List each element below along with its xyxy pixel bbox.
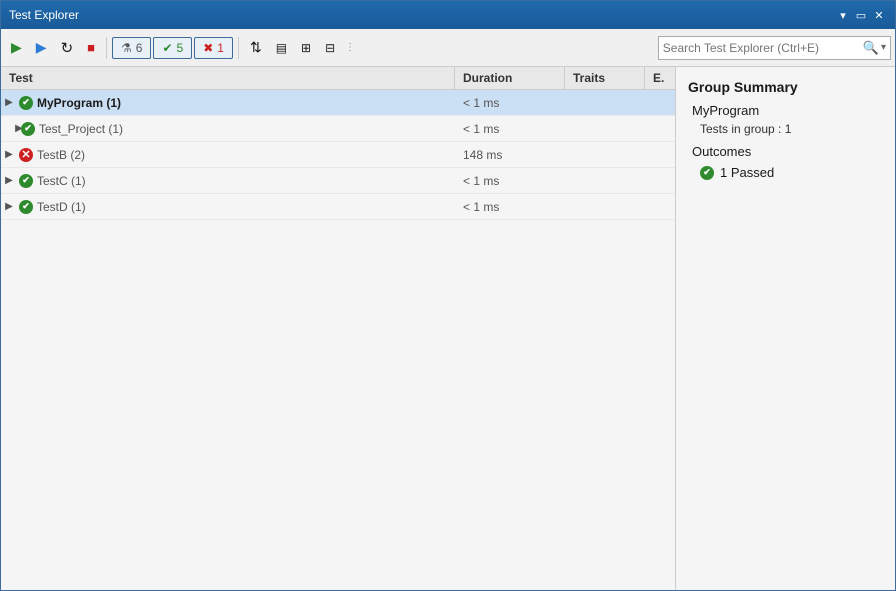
summary-outcomes-title: Outcomes [688,144,883,159]
filter-pass-count: 5 [177,41,184,55]
search-input[interactable] [663,41,863,55]
expand-toggle[interactable]: ▶ [1,142,17,168]
col-header-test: Test [1,67,455,89]
col-header-traits: Traits [565,67,645,89]
test-duration: 148 ms [455,148,565,162]
table-row[interactable]: ▶ ✔ TestC (1) < 1 ms [1,168,675,194]
test-duration: < 1 ms [455,174,565,188]
table-row[interactable]: ▶ ✔ TestD (1) < 1 ms [1,194,675,220]
sort-icon: ⇅ [250,39,262,56]
search-icon: 🔍 [863,40,879,56]
status-icon-pass: ✔ [17,90,35,116]
minimize-button[interactable]: ▾ [835,8,851,22]
pass-circle: ✔ [19,96,33,110]
fail-circle: ✕ [19,148,33,162]
search-dropdown-icon[interactable]: ▾ [881,42,886,53]
pass-circle: ✔ [21,122,35,136]
play-debug-icon: ▶ [36,39,47,56]
pass-icon: ✔ [162,41,172,55]
test-name: TestC (1) [35,174,455,188]
overflow-dots: ⋮ [345,42,355,53]
run-all-button[interactable]: ▶ [5,35,28,60]
test-name: MyProgram (1) [35,96,455,110]
expand-toggle[interactable]: ▶ [1,194,17,220]
expand-icon: ⊞ [301,41,311,55]
flask-icon: ⚗ [121,41,132,55]
filter-all-button[interactable]: ⚗ 6 [112,37,151,59]
window-title: Test Explorer [9,8,79,22]
col-header-e: E. [645,67,675,89]
window-controls[interactable]: ▾ ▭ ✕ [835,8,887,22]
play-icon: ▶ [11,39,22,56]
status-icon-fail: ✕ [17,142,35,168]
replay-button[interactable]: ↻ [55,35,80,61]
status-icon-pass: ✔ [19,116,37,142]
collapse-all-button[interactable]: ⊟ [319,37,341,59]
search-box[interactable]: 🔍 ▾ [658,36,891,60]
toolbar: ▶ ▶ ↻ ■ ⚗ 6 ✔ 5 ✖ 1 ⇅ ▤ [1,29,895,67]
main-content: Test Duration Traits E. ▶ ✔ MyProgram (1… [1,67,895,590]
summary-group-name: MyProgram [688,103,883,118]
expand-all-button[interactable]: ⊞ [295,37,317,59]
tests-in-group-value: 1 [785,122,792,136]
separator-1 [106,37,107,59]
summary-tests-in-group: Tests in group : 1 [688,122,883,136]
filter-fail-count: 1 [217,41,224,55]
expand-toggle[interactable]: ▶ [1,116,19,142]
filter-all-count: 6 [136,41,143,55]
test-duration: < 1 ms [455,122,565,136]
test-name: Test_Project (1) [37,122,455,136]
test-rows: ▶ ✔ MyProgram (1) < 1 ms ▶ ✔ Test_Projec… [1,90,675,590]
summary-outcome-item: ✔ 1 Passed [688,165,883,180]
summary-pane: Group Summary MyProgram Tests in group :… [675,67,895,590]
filter-pass-button[interactable]: ✔ 5 [153,37,192,59]
separator-2 [238,37,239,59]
test-list-pane: Test Duration Traits E. ▶ ✔ MyProgram (1… [1,67,675,590]
group-icon: ▤ [276,41,287,55]
col-header-duration: Duration [455,67,565,89]
fail-icon: ✖ [203,41,213,55]
status-icon-pass: ✔ [17,168,35,194]
expand-toggle[interactable]: ▶ [1,90,17,116]
collapse-icon: ⊟ [325,41,335,55]
pass-circle: ✔ [19,200,33,214]
pass-circle: ✔ [19,174,33,188]
replay-icon: ↻ [61,39,74,57]
title-bar: Test Explorer ▾ ▭ ✕ [1,1,895,29]
outcome-pass-icon: ✔ [700,166,714,180]
status-icon-pass: ✔ [17,194,35,220]
test-name: TestD (1) [35,200,455,214]
table-row[interactable]: ▶ ✔ MyProgram (1) < 1 ms [1,90,675,116]
expand-toggle[interactable]: ▶ [1,168,17,194]
group-button[interactable]: ▤ [270,37,293,59]
test-name: TestB (2) [35,148,455,162]
filter-fail-button[interactable]: ✖ 1 [194,37,233,59]
maximize-button[interactable]: ▭ [853,8,869,22]
tests-in-group-label: Tests in group : [700,122,781,136]
outcome-text: 1 Passed [720,165,774,180]
test-duration: < 1 ms [455,96,565,110]
cancel-button[interactable]: ■ [81,36,101,59]
summary-title: Group Summary [688,79,883,95]
close-button[interactable]: ✕ [871,8,887,22]
table-row[interactable]: ▶ ✔ Test_Project (1) < 1 ms [1,116,675,142]
cancel-icon: ■ [87,40,95,55]
sort-button[interactable]: ⇅ [244,35,268,60]
table-row[interactable]: ▶ ✕ TestB (2) 148 ms [1,142,675,168]
test-duration: < 1 ms [455,200,565,214]
column-headers: Test Duration Traits E. [1,67,675,90]
run-debug-button[interactable]: ▶ [30,35,53,60]
